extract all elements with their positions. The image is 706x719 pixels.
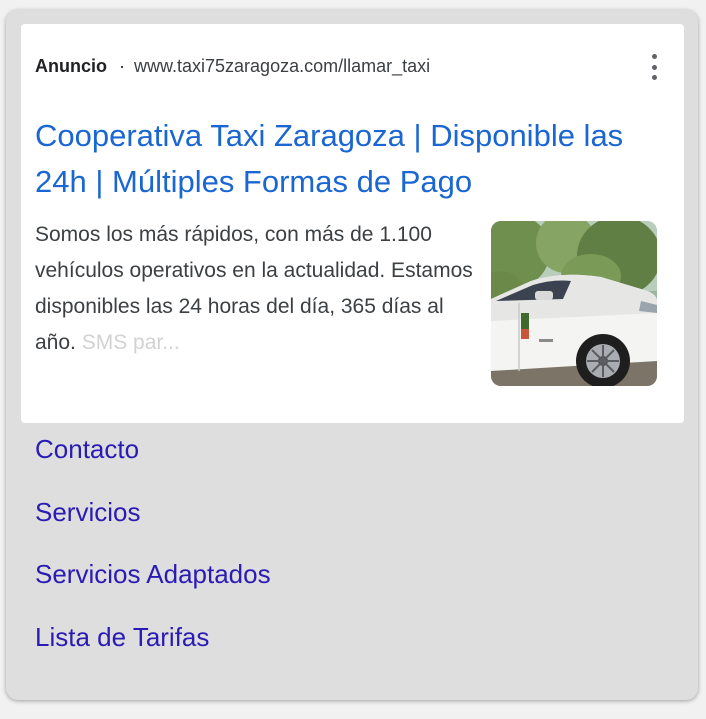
sitelinks-list: Contacto Servicios Servicios Adaptados L… [35,435,271,685]
sitelink-servicios[interactable]: Servicios [35,498,271,526]
ad-description: Somos los más rápidos, con más de 1.100 … [35,217,475,361]
sitelink-servicios-adaptados[interactable]: Servicios Adaptados [35,560,271,588]
more-dot [651,75,657,80]
display-url[interactable]: www.taxi75zaragoza.com/llamar_taxi [134,56,430,77]
sitelink-lista-de-tarifas[interactable]: Lista de Tarifas [35,623,271,651]
sitelink-contacto[interactable]: Contacto [35,435,271,463]
ad-header: Anuncio · www.taxi75zaragoza.com/llamar_… [35,55,430,77]
taxi-image[interactable] [491,221,657,386]
more-dot [651,64,657,70]
ad-label: Anuncio [35,55,107,76]
ad-panel: Anuncio · www.taxi75zaragoza.com/llamar_… [6,10,698,700]
more-dot [651,54,657,59]
ad-card: Anuncio · www.taxi75zaragoza.com/llamar_… [21,24,684,423]
separator-dot: · [119,55,125,76]
ad-headline-link[interactable]: Cooperativa Taxi Zaragoza | Disponible l… [35,113,655,205]
description-faded: SMS par... [81,331,180,354]
more-vert-icon[interactable] [647,54,661,80]
